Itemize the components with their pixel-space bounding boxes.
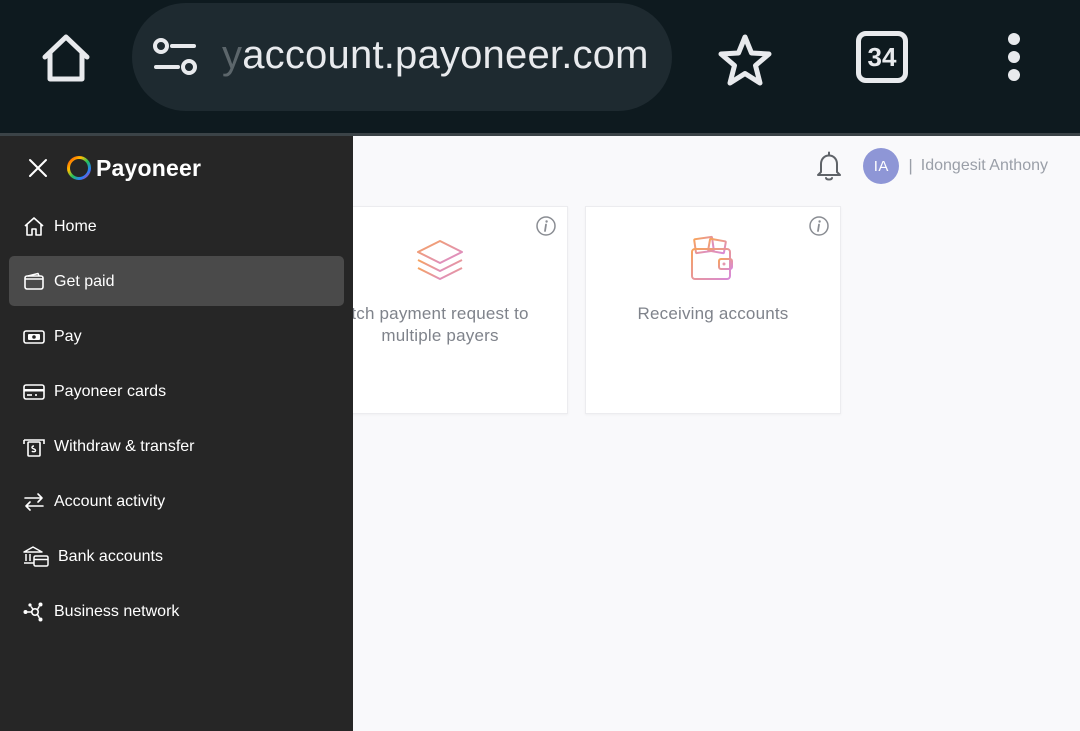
- transfer-arrows-icon: [24, 492, 44, 511]
- tab-switcher-button[interactable]: 34: [856, 31, 908, 83]
- nav-item-account-activity[interactable]: Account activity: [0, 474, 353, 529]
- brand-name: Payoneer: [96, 154, 202, 181]
- card-label: Receiving accounts: [637, 304, 789, 323]
- nav-header: Payoneer: [24, 154, 201, 182]
- avatar-initials: IA: [873, 157, 889, 175]
- info-icon[interactable]: [808, 215, 830, 237]
- nav-item-label: Get paid: [54, 272, 115, 290]
- nav-item-label: Account activity: [54, 492, 166, 510]
- site-settings-icon[interactable]: [152, 37, 198, 77]
- receiving-accounts-card[interactable]: Receiving accounts: [585, 206, 841, 414]
- nav-item-bank-accounts[interactable]: Bank accounts: [0, 529, 353, 584]
- home-outline-icon: [24, 216, 44, 236]
- nav-item-label: Withdraw & transfer: [54, 437, 195, 455]
- browser-toolbar: yaccount.payoneer.com 34: [0, 0, 1080, 133]
- nav-item-get-paid[interactable]: Get paid: [0, 254, 353, 309]
- close-icon[interactable]: [24, 154, 52, 182]
- payoneer-logo-icon: [67, 156, 91, 180]
- tab-count: 34: [867, 41, 897, 72]
- user-header: IA | Idongesit Anthony: [815, 148, 1048, 184]
- nav-item-label: Bank accounts: [58, 547, 163, 565]
- url-text[interactable]: yaccount.payoneer.com: [222, 33, 649, 78]
- nav-list: Home Get paid Pay Payoneer cards Withdra…: [0, 199, 353, 639]
- wallet-outline-icon: [24, 272, 44, 290]
- side-navigation: Payoneer Home Get paid Pay Payoneer card…: [0, 136, 353, 731]
- nav-item-business-network[interactable]: Business network: [0, 584, 353, 639]
- user-name[interactable]: Idongesit Anthony: [921, 157, 1048, 175]
- more-vert-icon[interactable]: [998, 32, 1030, 82]
- info-icon[interactable]: [535, 215, 557, 237]
- url-domain: account.payoneer.com: [242, 33, 649, 77]
- layers-icon: [417, 240, 463, 280]
- nav-item-label: Home: [54, 217, 97, 235]
- home-icon: [42, 34, 90, 82]
- bank-icon: [23, 545, 49, 567]
- nav-item-label: Business network: [54, 602, 180, 620]
- nav-item-home[interactable]: Home: [0, 199, 353, 254]
- nav-item-withdraw-transfer[interactable]: Withdraw & transfer: [0, 419, 353, 474]
- wallet-icon: [691, 235, 733, 280]
- nav-item-label: Pay: [54, 327, 82, 345]
- atm-icon: [23, 438, 45, 457]
- url-faded-part: y: [222, 33, 243, 77]
- nav-item-label: Payoneer cards: [54, 382, 167, 400]
- user-separator: |: [908, 156, 913, 175]
- browser-home-button[interactable]: [36, 28, 96, 88]
- network-icon: [23, 602, 43, 621]
- card-icon: [23, 383, 45, 400]
- nav-item-payoneer-cards[interactable]: Payoneer cards: [0, 364, 353, 419]
- cash-icon: [23, 329, 45, 344]
- address-bar[interactable]: yaccount.payoneer.com: [132, 3, 672, 111]
- nav-item-pay[interactable]: Pay: [0, 309, 353, 364]
- avatar[interactable]: IA: [863, 148, 900, 184]
- bell-icon[interactable]: [815, 150, 843, 182]
- star-icon[interactable]: [716, 32, 774, 90]
